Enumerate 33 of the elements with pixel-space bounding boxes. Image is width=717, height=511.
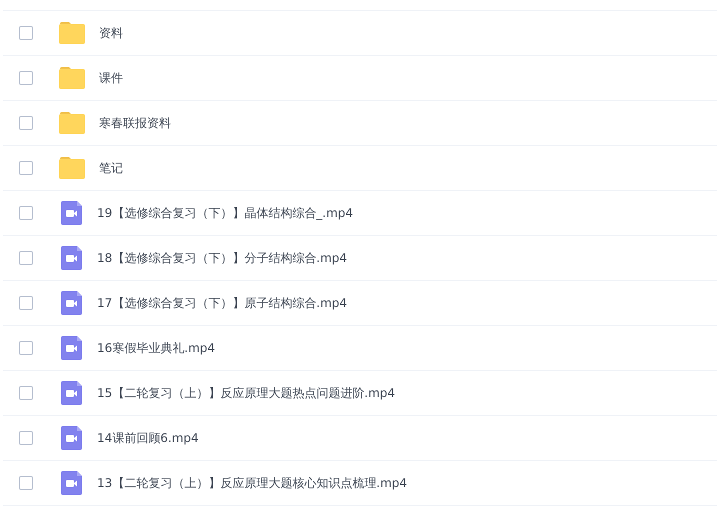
checkbox[interactable] — [19, 341, 33, 355]
video-file-icon — [61, 471, 82, 495]
checkbox[interactable] — [19, 386, 33, 400]
video-file-icon — [61, 381, 82, 405]
checkbox[interactable] — [19, 476, 33, 490]
video-file-icon — [61, 291, 82, 315]
file-name[interactable]: 课件 — [99, 70, 123, 86]
file-name[interactable]: 14课前回顾6.mp4 — [97, 430, 199, 446]
file-name[interactable]: 15【二轮复习（上）】反应原理大题热点问题进阶.mp4 — [97, 384, 396, 402]
video-file-icon — [61, 201, 82, 225]
checkbox[interactable] — [19, 296, 33, 310]
folder-icon — [59, 157, 85, 179]
video-file-icon — [61, 336, 82, 360]
file-name[interactable]: 17【选修综合复习（下）】原子结构综合.mp4 — [97, 294, 348, 312]
folder-icon — [59, 112, 85, 134]
checkbox[interactable] — [19, 206, 33, 220]
checkbox[interactable] — [19, 71, 33, 85]
video-file-icon — [61, 426, 82, 450]
folder-icon — [59, 22, 85, 44]
file-name[interactable]: 16寒假毕业典礼.mp4 — [97, 340, 216, 356]
checkbox[interactable] — [19, 116, 33, 130]
checkbox[interactable] — [19, 161, 33, 175]
file-name[interactable]: 资料 — [99, 24, 123, 42]
checkbox[interactable] — [19, 431, 33, 445]
file-name[interactable]: 寒春联报资料 — [99, 114, 171, 132]
file-name[interactable]: 18【选修综合复习（下）】分子结构综合.mp4 — [97, 250, 348, 266]
checkbox[interactable] — [19, 26, 33, 40]
video-file-icon — [61, 246, 82, 270]
folder-icon — [59, 67, 85, 89]
file-name[interactable]: 19【选修综合复习（下）】晶体结构综合_.mp4 — [97, 204, 354, 222]
file-name[interactable]: 笔记 — [99, 160, 123, 176]
file-name[interactable]: 13【二轮复习（上）】反应原理大题核心知识点梳理.mp4 — [97, 474, 408, 492]
checkbox[interactable] — [19, 251, 33, 265]
